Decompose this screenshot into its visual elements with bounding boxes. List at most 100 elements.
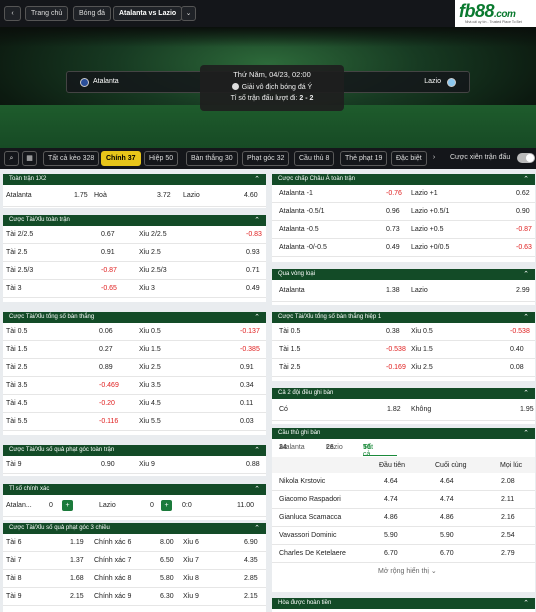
panel-header[interactable]: Toàn trận 1X2 ⌃ bbox=[3, 174, 266, 185]
panel-header[interactable]: Cược Tài/Xỉu toàn trận ⌃ bbox=[3, 215, 266, 226]
odds-row[interactable]: Atalanta 1.75 Hoà 3.72 Lazio 4.60 bbox=[3, 185, 266, 207]
tab-all-scorers[interactable]: Tất cả 50 bbox=[363, 444, 373, 458]
odds-value[interactable]: 0.03 bbox=[240, 418, 254, 425]
odds-value[interactable]: 0.71 bbox=[246, 267, 260, 274]
chevron-up-icon[interactable]: ⌃ bbox=[254, 484, 260, 495]
chevron-up-icon[interactable]: ⌃ bbox=[523, 174, 529, 185]
odds-row[interactable]: Tài 0.5 0.06 Xỉu 0.5 -0.137 bbox=[3, 323, 266, 341]
odds-value[interactable]: 2.15 bbox=[70, 593, 84, 600]
odds-value[interactable]: 0.11 bbox=[240, 400, 253, 407]
odds-value[interactable]: -0.137 bbox=[240, 328, 260, 335]
odds-value[interactable]: -0.469 bbox=[99, 382, 119, 389]
odds-value[interactable]: 0.62 bbox=[516, 190, 530, 197]
odds-row[interactable]: Tài 3.5 -0.469 Xỉu 3.5 0.34 bbox=[3, 377, 266, 395]
panel-header[interactable]: Tỉ số chính xác ⌃ bbox=[3, 484, 266, 495]
odds-row[interactable]: Tài 2.5/3 -0.87 Xỉu 2.5/3 0.71 bbox=[3, 262, 266, 280]
tab-players[interactable]: Cầu thủ 8 bbox=[294, 151, 335, 166]
odds-row[interactable]: Tài 0.5 0.38 Xỉu 0.5 -0.538 bbox=[272, 323, 535, 341]
odds-value[interactable]: 8.00 bbox=[160, 539, 174, 546]
odds-value[interactable]: 2.16 bbox=[501, 514, 515, 521]
odds-row[interactable]: Atalanta 1.38 Lazio 2.99 bbox=[272, 280, 535, 302]
odds-value[interactable]: 0.67 bbox=[101, 231, 115, 238]
odds-value[interactable]: 0.49 bbox=[246, 285, 260, 292]
odds-value[interactable]: -0.63 bbox=[516, 244, 532, 251]
odds-value[interactable]: 0.88 bbox=[246, 461, 260, 468]
odds-value[interactable]: 4.86 bbox=[440, 514, 454, 521]
breadcrumb-match[interactable]: Atalanta vs Lazio bbox=[113, 6, 183, 21]
odds-row[interactable]: Tài 1.5 -0.538 Xỉu 1.5 0.40 bbox=[272, 341, 535, 359]
odds-value[interactable]: 4.35 bbox=[244, 557, 258, 564]
chevron-up-icon[interactable]: ⌃ bbox=[254, 445, 260, 456]
odds-row[interactable]: Tài 7 1.37 Chính xác 7 6.50 Xỉu 7 4.35 bbox=[3, 552, 266, 570]
odds-row[interactable]: Tài 2.5 -0.169 Xỉu 2.5 0.08 bbox=[272, 359, 535, 377]
chevron-up-icon[interactable]: ⌃ bbox=[523, 312, 529, 323]
odds-row[interactable]: Tài 9 0.90 Xỉu 9 0.88 bbox=[3, 456, 266, 474]
chevron-up-icon[interactable]: ⌃ bbox=[523, 269, 529, 280]
odds-value[interactable]: 4.64 bbox=[440, 478, 454, 485]
odds-value[interactable]: 5.80 bbox=[160, 575, 174, 582]
odds-value[interactable]: -0.116 bbox=[99, 418, 118, 425]
odds-value[interactable]: -0.87 bbox=[101, 267, 117, 274]
panel-header[interactable]: Cả 2 đội đều ghi bàn ⌃ bbox=[272, 388, 535, 399]
odds-value[interactable]: 6.30 bbox=[160, 593, 174, 600]
odds-row[interactable]: Tài 9 2.15 Chính xác 9 6.30 Xỉu 9 2.15 bbox=[3, 588, 266, 606]
panel-header[interactable]: Cược chấp Châu Á toàn trận ⌃ bbox=[272, 174, 535, 185]
tab-all[interactable]: Tất cả kèo 328 bbox=[43, 151, 100, 166]
odds-value[interactable]: 0.73 bbox=[386, 226, 400, 233]
breadcrumb-football[interactable]: Bóng đá bbox=[73, 6, 112, 21]
odds-row[interactable]: Tài 3 -0.65 Xỉu 3 0.49 bbox=[3, 280, 266, 298]
odds-value[interactable]: 2.54 bbox=[501, 532, 515, 539]
panel-header[interactable]: Qua vòng loại ⌃ bbox=[272, 269, 535, 280]
odds-value[interactable]: 4.74 bbox=[440, 496, 454, 503]
odds-value[interactable]: 2.85 bbox=[244, 575, 258, 582]
odds-value[interactable]: 6.90 bbox=[244, 539, 258, 546]
panel-header[interactable]: Cược Tài/Xỉu tổng số bàn thắng ⌃ bbox=[3, 312, 266, 323]
chevron-up-icon[interactable]: ⌃ bbox=[523, 388, 529, 399]
odds-value[interactable]: 4.74 bbox=[384, 496, 398, 503]
chevron-up-icon[interactable]: ⌃ bbox=[254, 312, 260, 323]
odds-value[interactable]: 6.70 bbox=[440, 550, 454, 557]
odds-row[interactable]: Tài 5.5 -0.116 Xỉu 5.5 0.03 bbox=[3, 413, 266, 431]
odds-value[interactable]: 5.90 bbox=[384, 532, 398, 539]
odds-value[interactable]: 0.91 bbox=[101, 249, 115, 256]
chevron-up-icon[interactable]: ⌃ bbox=[523, 428, 529, 439]
odds-value[interactable]: 6.50 bbox=[160, 557, 174, 564]
chevron-up-icon[interactable]: ⌃ bbox=[254, 174, 260, 185]
odds-value[interactable]: 5.90 bbox=[440, 532, 454, 539]
odds-row[interactable]: Tài 2/2.5 0.67 Xỉu 2/2.5 -0.83 bbox=[3, 226, 266, 244]
odds-value[interactable]: -0.538 bbox=[386, 346, 406, 353]
odds-value[interactable]: 0.40 bbox=[510, 346, 524, 353]
breadcrumb-home[interactable]: Trang chủ bbox=[25, 6, 69, 21]
odds-value[interactable]: 4.64 bbox=[384, 478, 398, 485]
odds-value[interactable]: 0.06 bbox=[99, 328, 113, 335]
odds-row[interactable]: Atalanta -0.5/1 0.96 Lazio +0.5/1 0.90 bbox=[272, 203, 535, 221]
plus-icon[interactable]: + bbox=[161, 500, 172, 511]
odds-row[interactable]: Atalanta -0/-0.5 0.49 Lazio +0/0.5 -0.63 bbox=[272, 239, 535, 257]
tab-home-scorers[interactable]: Atalanta 24 bbox=[279, 444, 305, 451]
tab-goals[interactable]: Bàn thắng 30 bbox=[186, 151, 238, 166]
odds-row[interactable]: Tài 8 1.68 Chính xác 8 5.80 Xỉu 8 2.85 bbox=[3, 570, 266, 588]
chevron-up-icon[interactable]: ⌃ bbox=[254, 215, 260, 226]
panel-header[interactable]: Cược Tài/Xỉu số quả phạt góc 3 chiều ⌃ bbox=[3, 523, 266, 534]
grid-icon[interactable]: ▦ bbox=[22, 151, 37, 166]
odds-value[interactable]: 0.90 bbox=[101, 461, 115, 468]
odds-value[interactable]: 4.86 bbox=[384, 514, 398, 521]
tab-half[interactable]: Hiệp 50 bbox=[144, 151, 179, 166]
odds-row[interactable]: Tài 1.5 0.27 Xỉu 1.5 -0.385 bbox=[3, 341, 266, 359]
odds-value[interactable]: 0.96 bbox=[386, 208, 400, 215]
odds-value[interactable]: -0.385 bbox=[240, 346, 260, 353]
odds-value[interactable]: -0.83 bbox=[246, 231, 262, 238]
odds-value[interactable]: 2.79 bbox=[501, 550, 515, 557]
panel-header[interactable]: Cược Tài/Xỉu số quả phạt góc toàn trận ⌃ bbox=[3, 445, 266, 456]
odds-value[interactable]: -0.65 bbox=[101, 285, 117, 292]
search-icon[interactable]: ⌕ bbox=[4, 151, 19, 166]
chevron-up-icon[interactable]: ⌃ bbox=[523, 598, 529, 609]
odds-value[interactable]: 0.38 bbox=[386, 328, 400, 335]
chevron-down-icon[interactable]: ⌄ bbox=[181, 6, 196, 21]
tab-away-scorers[interactable]: Lazio 26 bbox=[326, 444, 343, 451]
odds-row[interactable]: Tài 6 1.19 Chính xác 6 8.00 Xỉu 6 6.90 bbox=[3, 534, 266, 552]
panel-header[interactable]: Hòa được hoàn tiền ⌃ bbox=[272, 598, 535, 609]
odds-value[interactable]: 11.00 bbox=[237, 502, 254, 509]
odds-row[interactable]: Tài 2.5 0.89 Xỉu 2.5 0.91 bbox=[3, 359, 266, 377]
expand-link[interactable]: Mở rộng hiển thị ⌄ bbox=[378, 567, 437, 575]
